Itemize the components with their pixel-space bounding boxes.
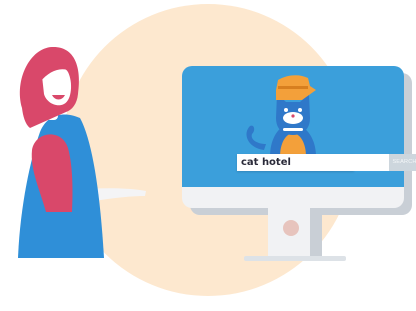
cat-muzzle — [283, 112, 303, 124]
monitor-base — [244, 256, 346, 261]
cat-eye-left — [284, 108, 288, 112]
cat-hat-band — [278, 86, 308, 89]
cat-collar — [283, 128, 303, 131]
cat-nose — [291, 114, 295, 118]
illustration-stage: SEARCH — [0, 0, 416, 311]
search-input[interactable] — [237, 154, 389, 171]
monitor-stand-hole — [283, 220, 299, 236]
search-button[interactable]: SEARCH — [389, 154, 416, 171]
cat-eye-right — [298, 108, 302, 112]
search-bar: SEARCH — [237, 154, 416, 171]
monitor-screen-bottom-fill — [182, 175, 404, 187]
